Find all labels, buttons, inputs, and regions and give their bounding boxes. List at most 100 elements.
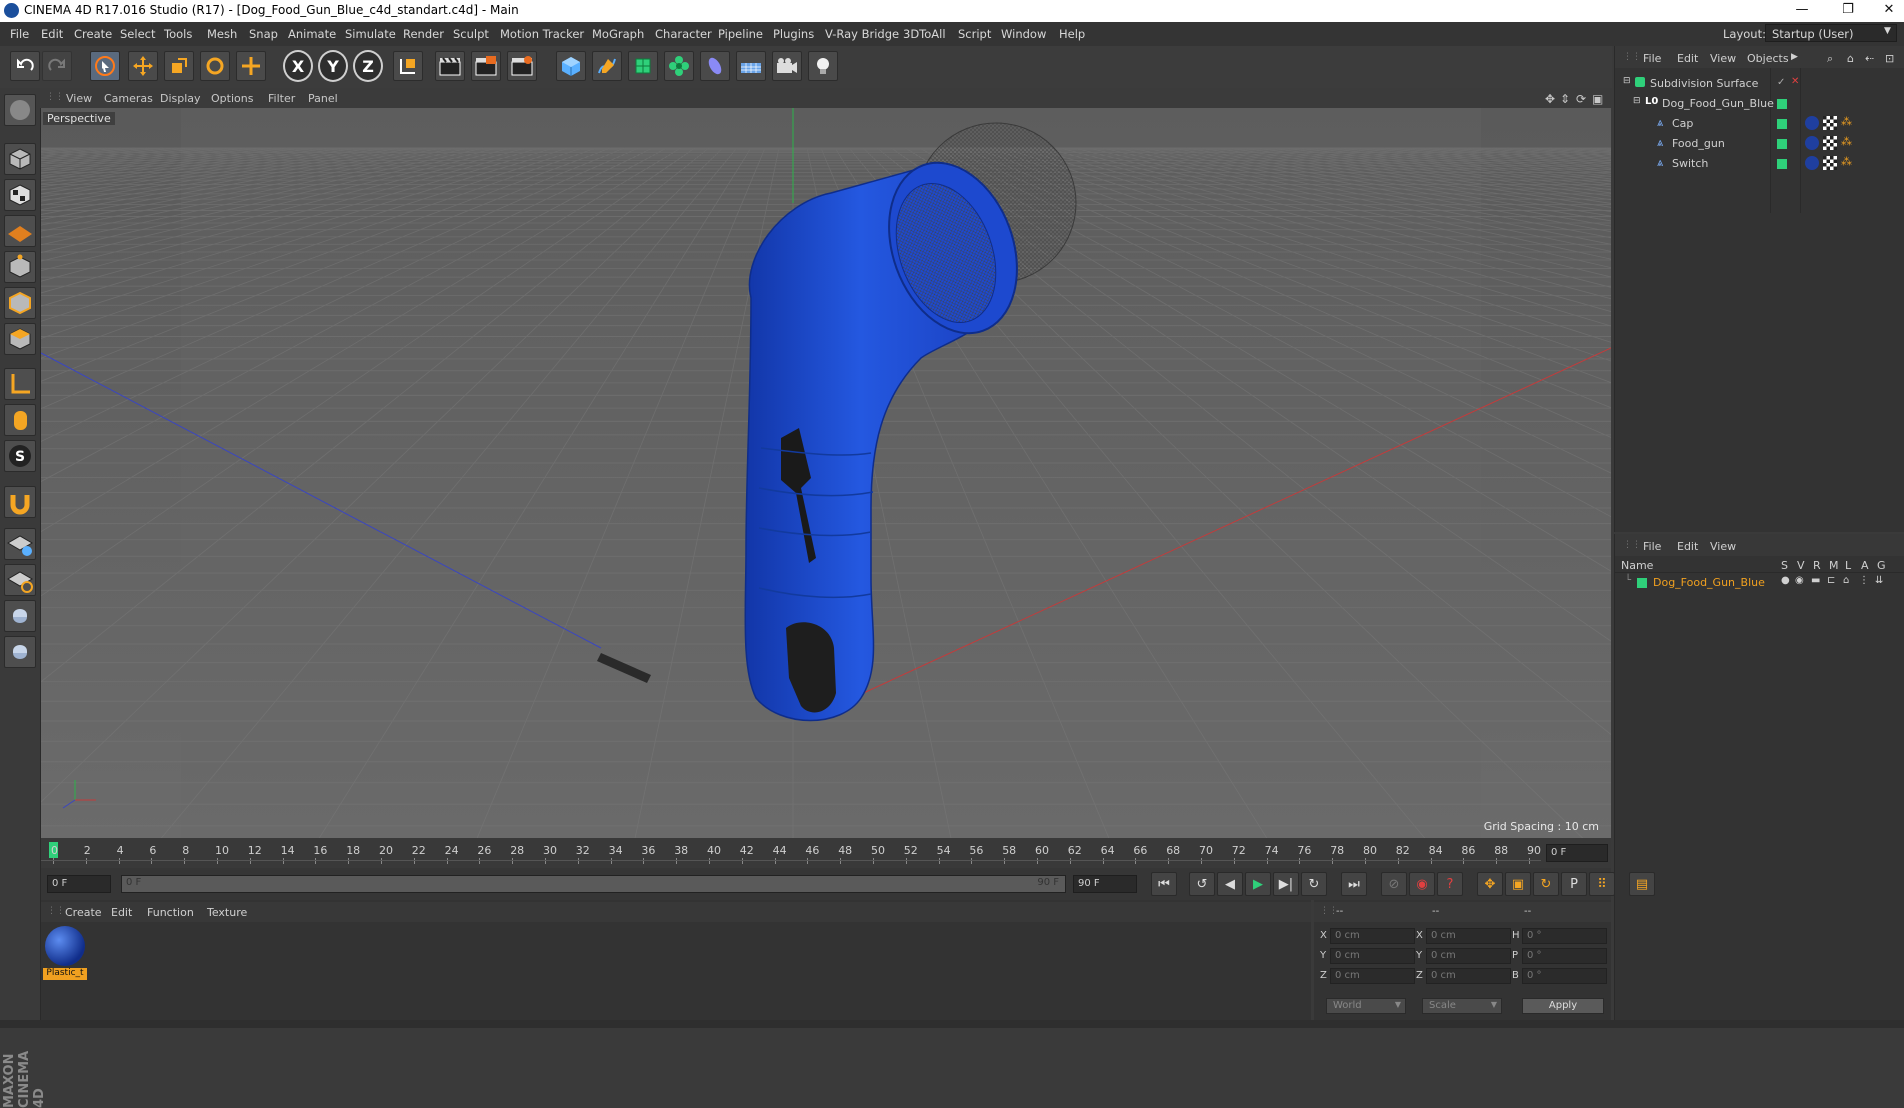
lock-icon[interactable]: ⌂ [1843, 575, 1849, 586]
lm-menu-edit[interactable]: Edit [1677, 540, 1698, 553]
render-settings-button[interactable] [507, 51, 537, 81]
solo-dot-icon[interactable]: ● [1781, 575, 1790, 586]
material-tag-icon[interactable] [1805, 136, 1819, 150]
magnet-button[interactable] [4, 486, 36, 518]
menu-edit[interactable]: Edit [41, 27, 63, 41]
menu-help[interactable]: Help [1059, 27, 1085, 41]
axis-x-button[interactable]: X [283, 50, 313, 82]
object-row-switch[interactable]: ⩓ Switch ⁂ [1615, 154, 1904, 174]
timeline-ruler[interactable]: 0 2 4 6 8 10 12 14 16 18 20 22 24 26 28 30 32 34 36 38 40 42 4… [41, 838, 1611, 868]
viewport-menu-panel[interactable]: Panel [308, 92, 338, 105]
coord-value-field[interactable]: 0 cm [1426, 968, 1511, 984]
viewport-menu-filter[interactable]: Filter [268, 92, 295, 105]
viewport-menu-options[interactable]: Options [211, 92, 253, 105]
coord-value-field[interactable]: 0 cm [1330, 968, 1415, 984]
render-region-button[interactable] [471, 51, 501, 81]
tweak-mode-button[interactable] [4, 404, 36, 436]
autokey-button[interactable]: ? [1437, 872, 1463, 896]
cube-object-button[interactable] [556, 51, 586, 81]
record-button[interactable]: ◉ [1409, 872, 1435, 896]
texture-tag-icon[interactable] [1823, 116, 1837, 130]
frame-range-slider[interactable]: 0 F 90 F [121, 875, 1066, 893]
lm-menu-view[interactable]: View [1710, 540, 1736, 553]
menu-animate[interactable]: Animate [288, 27, 336, 41]
deformer-button[interactable] [700, 51, 730, 81]
rotate-tool-button[interactable] [200, 51, 230, 81]
perspective-viewport[interactable]: Perspective Grid Spacing : 10 cm [41, 108, 1611, 838]
workplane-button[interactable] [4, 215, 36, 247]
python-button[interactable] [4, 600, 36, 632]
menu-motion-tracker[interactable]: Motion Tracker [500, 27, 584, 41]
menu-snap[interactable]: Snap [249, 27, 278, 41]
subdivision-surface-button[interactable] [628, 51, 658, 81]
live-selection-button[interactable] [90, 51, 120, 81]
generator-icon[interactable]: ⇊ [1875, 575, 1883, 586]
manager-icon[interactable]: ⊏ [1827, 575, 1835, 586]
menu-window[interactable]: Window [1001, 27, 1046, 41]
new-panel-icon[interactable]: ⊡ [1885, 52, 1894, 65]
minimize-button[interactable]: — [1787, 2, 1817, 17]
coord-value-field[interactable]: 0 cm [1330, 948, 1415, 964]
object-row-subdivision-surface[interactable]: ⊟ Subdivision Surface ✓ ✕ [1615, 74, 1904, 94]
mat-menu-function[interactable]: Function [147, 906, 194, 919]
axis-mode-button[interactable] [4, 368, 36, 400]
axis-y-button[interactable]: Y [318, 50, 348, 82]
render-view-button[interactable] [435, 51, 465, 81]
om-menu-file[interactable]: File [1643, 52, 1661, 65]
search-icon[interactable]: ⌕ [1827, 52, 1833, 66]
menu-create[interactable]: Create [74, 27, 112, 41]
move-tool-button[interactable] [128, 51, 158, 81]
edit-check-icon[interactable]: ✓ [1777, 77, 1785, 88]
play-button[interactable]: ▶ [1245, 872, 1271, 896]
texture-tag-icon[interactable] [1823, 136, 1837, 150]
coord-value-field[interactable]: 0 cm [1426, 948, 1511, 964]
menu-sculpt[interactable]: Sculpt [453, 27, 489, 41]
key-rotate-button[interactable]: ↻ [1533, 872, 1559, 896]
viewport-menu-cameras[interactable]: Cameras [104, 92, 153, 105]
menu-plugins[interactable]: Plugins [773, 27, 814, 41]
camera-button[interactable] [772, 51, 802, 81]
layer-row[interactable]: └ Dog_Food_Gun_Blue ● ◉ ▬ ⊏ ⌂ ⋮ ⇊ [1615, 574, 1904, 594]
layer-color-swatch[interactable] [1777, 139, 1787, 149]
menu-simulate[interactable]: Simulate [345, 27, 396, 41]
make-editable-button[interactable] [4, 94, 36, 126]
menu-mesh[interactable]: Mesh [207, 27, 237, 41]
menu-character[interactable]: Character [655, 27, 712, 41]
menu-select[interactable]: Select [120, 27, 155, 41]
mat-menu-edit[interactable]: Edit [111, 906, 132, 919]
coord-value-field[interactable]: 0 ° [1522, 948, 1607, 964]
redo-button[interactable] [42, 51, 72, 81]
collapse-icon[interactable]: ⊟ [1633, 96, 1641, 106]
menu-vray-bridge[interactable]: V-Ray Bridge [825, 27, 899, 41]
om-menu-objects[interactable]: Objects [1747, 52, 1789, 65]
coordinate-system-button[interactable] [393, 51, 423, 81]
lm-menu-file[interactable]: File [1643, 540, 1661, 553]
om-menu-edit[interactable]: Edit [1677, 52, 1698, 65]
menu-script[interactable]: Script [958, 27, 991, 41]
size-mode-dropdown[interactable]: Scale ▼ [1422, 998, 1502, 1014]
viewport-rotate-icon[interactable]: ⟳ [1576, 92, 1586, 106]
points-mode-button[interactable] [4, 251, 36, 283]
record-disabled-button[interactable]: ⊘ [1381, 872, 1407, 896]
coord-value-field[interactable]: 0 cm [1426, 928, 1511, 944]
viewport-menu-display[interactable]: Display [160, 92, 201, 105]
viewport-menu-view[interactable]: View [66, 92, 92, 105]
texture-mode-button[interactable] [4, 179, 36, 211]
menu-pipeline[interactable]: Pipeline [718, 27, 763, 41]
grid-texture-button[interactable] [4, 528, 36, 560]
restore-button[interactable]: ❐ [1833, 2, 1863, 17]
key-scale-button[interactable]: ▣ [1505, 872, 1531, 896]
visible-eye-icon[interactable]: ◉ [1795, 575, 1804, 586]
floor-button[interactable] [736, 51, 766, 81]
key-pla-button[interactable]: ⠿ [1589, 872, 1615, 896]
object-row-dog-food-gun-blue[interactable]: ⊟ L0 Dog_Food_Gun_Blue [1615, 94, 1904, 114]
collapse-icon[interactable]: ⊟ [1623, 76, 1631, 86]
layer-color-swatch[interactable] [1777, 159, 1787, 169]
menu-mograph[interactable]: MoGraph [592, 27, 644, 41]
render-icon[interactable]: ▬ [1811, 575, 1820, 586]
go-to-end-button[interactable]: ⏭ [1341, 872, 1367, 896]
home-icon[interactable]: ⌂ [1847, 52, 1854, 65]
phong-tag-icon[interactable]: ⁂ [1841, 155, 1852, 168]
phong-tag-icon[interactable]: ⁂ [1841, 115, 1852, 128]
cloner-button[interactable] [664, 51, 694, 81]
